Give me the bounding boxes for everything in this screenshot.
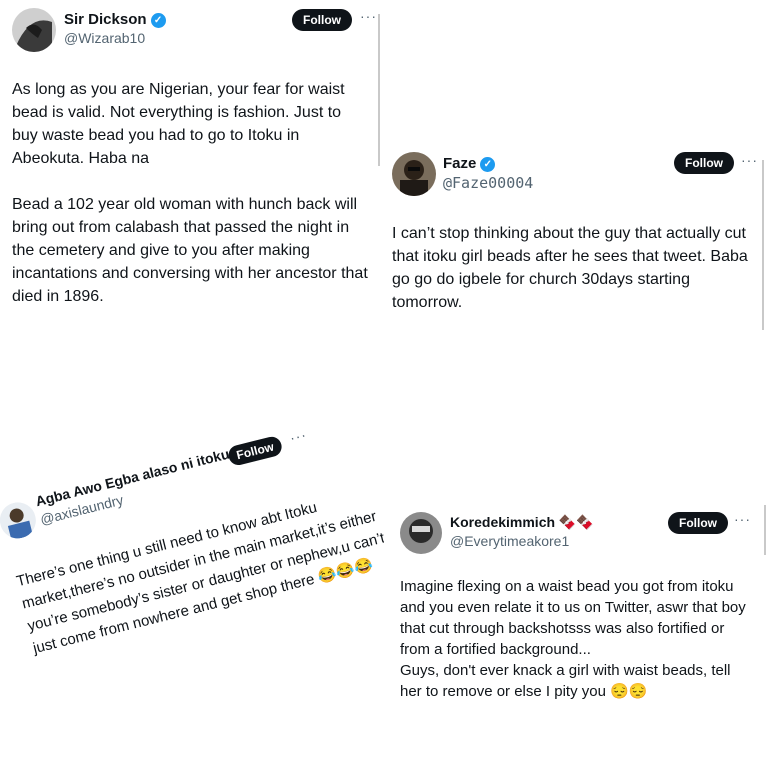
display-name[interactable]: Faze ✓ bbox=[443, 155, 496, 172]
divider bbox=[762, 160, 764, 330]
avatar[interactable] bbox=[400, 512, 442, 554]
avatar-image bbox=[392, 152, 436, 196]
tweet-text: Imagine flexing on a waist bead you got … bbox=[400, 578, 746, 700]
follow-button[interactable]: Follow bbox=[226, 434, 284, 468]
avatar[interactable] bbox=[12, 8, 56, 52]
verified-badge-icon: ✓ bbox=[480, 156, 496, 172]
user-handle[interactable]: @Everytimeakore1 bbox=[450, 533, 569, 549]
more-icon[interactable]: ··· bbox=[734, 511, 751, 527]
display-name-text: Faze bbox=[443, 155, 477, 172]
tweet-faze: Faze ✓ @Faze00004 Follow ··· I can’t stop… bbox=[385, 140, 768, 340]
user-handle[interactable]: @Faze00004 bbox=[443, 174, 533, 192]
display-name[interactable]: Sir Dickson ✓ bbox=[64, 11, 166, 28]
avatar-image bbox=[400, 512, 442, 554]
tweet-text: I can’t stop thinking about the guy that… bbox=[392, 225, 748, 311]
verified-badge-icon: ✓ bbox=[150, 12, 166, 28]
display-name-text: Sir Dickson bbox=[64, 11, 147, 28]
divider bbox=[764, 505, 766, 555]
tweet-agba-awo-egba: Agba Awo Egba alaso ni itoku @axislaundr… bbox=[0, 405, 384, 705]
tweet-text: As long as you are Nigerian, your fear f… bbox=[12, 81, 368, 305]
display-name[interactable]: Agba Awo Egba alaso ni itoku bbox=[34, 446, 231, 510]
display-name[interactable]: Koredekimmich 🍫🍫 bbox=[450, 514, 594, 531]
avatar[interactable] bbox=[392, 152, 436, 196]
more-icon[interactable]: ··· bbox=[360, 8, 377, 24]
avatar-image bbox=[12, 8, 56, 52]
more-icon[interactable]: ··· bbox=[741, 152, 758, 168]
user-handle[interactable]: @Wizarab10 bbox=[64, 30, 145, 46]
avatar[interactable] bbox=[0, 498, 40, 543]
follow-button[interactable]: Follow bbox=[292, 9, 352, 31]
tweet-sir-dickson: Sir Dickson ✓ @Wizarab10 Follow ··· As lo… bbox=[0, 0, 380, 330]
follow-button[interactable]: Follow bbox=[668, 512, 728, 534]
follow-button[interactable]: Follow bbox=[674, 152, 734, 174]
more-icon[interactable]: ··· bbox=[288, 426, 308, 446]
avatar-image bbox=[0, 498, 40, 543]
tweet-koredekimmich: Koredekimmich 🍫🍫 @Everytimeakore1 Follow… bbox=[392, 502, 768, 722]
divider bbox=[378, 14, 380, 166]
